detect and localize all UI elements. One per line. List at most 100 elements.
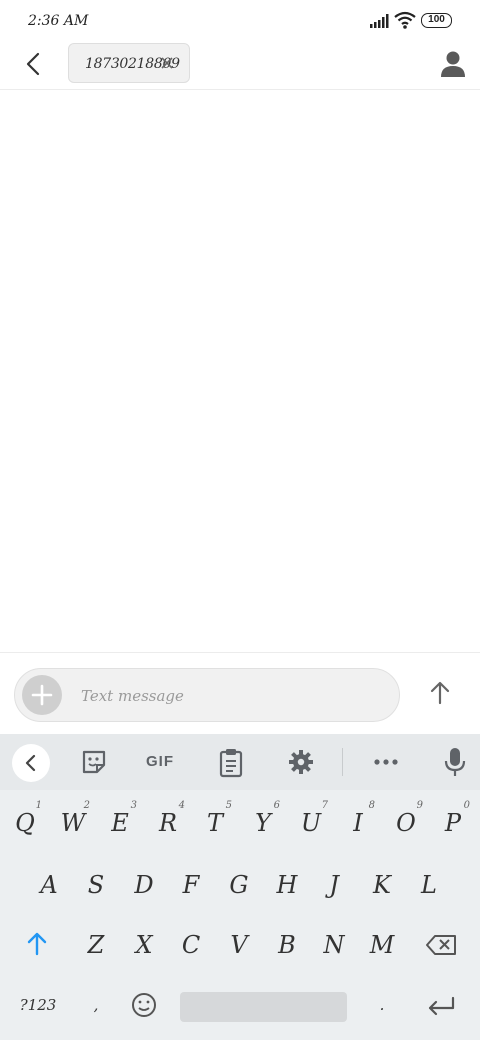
- backspace-icon: [426, 935, 456, 955]
- key-label: S: [87, 871, 105, 899]
- key-j[interactable]: J: [311, 856, 357, 914]
- key-q[interactable]: Q1: [2, 794, 48, 852]
- emoji-key[interactable]: [121, 976, 167, 1034]
- key-row-4: ?123 , .: [0, 976, 480, 1034]
- key-a[interactable]: A: [26, 856, 72, 914]
- remove-recipient-icon[interactable]: [159, 55, 175, 71]
- emoji-smiley-icon: [132, 993, 156, 1017]
- keyboard-toolbar: GIF: [0, 734, 480, 790]
- key-o[interactable]: O9: [383, 794, 429, 852]
- key-u[interactable]: U7: [288, 794, 334, 852]
- key-label: V: [230, 931, 248, 959]
- battery-indicator: 100: [421, 13, 452, 28]
- contact-person-icon[interactable]: [440, 50, 466, 78]
- key-l[interactable]: L: [406, 856, 452, 914]
- space-bar[interactable]: [180, 992, 347, 1022]
- key-i[interactable]: I8: [335, 794, 381, 852]
- key-hint: 2: [83, 800, 90, 811]
- key-m[interactable]: M: [359, 916, 405, 974]
- key-hint: 0: [463, 800, 470, 811]
- key-label: B: [278, 931, 296, 959]
- key-row-2: A S D F G H J K L: [0, 856, 480, 914]
- key-label: ,: [93, 996, 99, 1014]
- plus-icon: [31, 684, 53, 706]
- key-p[interactable]: P0: [430, 794, 476, 852]
- key-h[interactable]: H: [264, 856, 310, 914]
- microphone-icon[interactable]: [443, 746, 467, 778]
- key-e[interactable]: E3: [97, 794, 143, 852]
- attach-button[interactable]: [22, 675, 62, 715]
- key-label: A: [40, 871, 58, 899]
- send-arrow-icon[interactable]: [424, 677, 456, 709]
- key-label: H: [276, 871, 298, 899]
- keyboard: GIF Q 1 W 2 E 3 R 4 T 5 Y 6 U 7 I 8 O 9 …: [0, 734, 480, 1040]
- message-composer: [0, 652, 480, 734]
- gear-icon[interactable]: [287, 746, 315, 778]
- key-label: D: [134, 871, 154, 899]
- period-key[interactable]: .: [359, 976, 405, 1034]
- messaging-screen: 2:36 AM 100 18730218809 Text message GIF…: [0, 0, 480, 1040]
- key-label: L: [421, 871, 437, 899]
- key-z[interactable]: Z: [73, 916, 119, 974]
- enter-key[interactable]: [418, 976, 464, 1034]
- enter-arrow-icon: [428, 996, 455, 1016]
- key-t[interactable]: T5: [192, 794, 238, 852]
- key-hint: 4: [178, 800, 185, 811]
- key-label: G: [229, 871, 249, 899]
- key-v[interactable]: V: [216, 916, 262, 974]
- shift-arrow-icon: [27, 932, 47, 956]
- key-s[interactable]: S: [73, 856, 119, 914]
- key-label: C: [181, 931, 201, 959]
- signal-icon: [370, 14, 389, 28]
- backspace-key[interactable]: [418, 916, 464, 974]
- key-hint: 9: [416, 800, 423, 811]
- recipient-chip[interactable]: 18730218809: [68, 43, 190, 83]
- clipboard-icon[interactable]: [218, 746, 244, 778]
- status-bar: 2:36 AM 100: [0, 0, 480, 44]
- comma-key[interactable]: ,: [73, 976, 119, 1034]
- back-arrow-icon[interactable]: [20, 50, 48, 78]
- key-hint: 6: [273, 800, 280, 811]
- key-k[interactable]: K: [359, 856, 405, 914]
- chevron-left-icon: [25, 754, 36, 772]
- key-f[interactable]: F: [168, 856, 214, 914]
- key-y[interactable]: Y6: [240, 794, 286, 852]
- key-label: X: [135, 931, 153, 959]
- key-n[interactable]: N: [311, 916, 357, 974]
- toolbar-divider: [342, 748, 343, 776]
- key-g[interactable]: G: [216, 856, 262, 914]
- key-hint: 7: [321, 800, 328, 811]
- key-label: .: [379, 996, 385, 1014]
- text-message-input[interactable]: [81, 685, 381, 707]
- sticker-icon[interactable]: [80, 746, 108, 778]
- key-w[interactable]: W2: [50, 794, 96, 852]
- symbols-key[interactable]: ?123: [14, 976, 62, 1034]
- key-c[interactable]: C: [168, 916, 214, 974]
- key-label: M: [369, 931, 395, 959]
- conversation-header: 18730218809: [0, 40, 480, 90]
- key-d[interactable]: D: [121, 856, 167, 914]
- wifi-icon: [394, 11, 416, 29]
- key-hint: 3: [130, 800, 137, 811]
- gif-button[interactable]: GIF: [146, 746, 174, 778]
- shift-key[interactable]: [14, 916, 60, 974]
- key-label: F: [182, 871, 200, 899]
- key-hint: 8: [368, 800, 375, 811]
- key-label: Z: [87, 931, 105, 959]
- key-hint: 5: [225, 800, 232, 811]
- key-label: N: [323, 931, 345, 959]
- key-hint: 1: [35, 800, 42, 811]
- status-time: 2:36 AM: [28, 13, 89, 29]
- key-r[interactable]: R4: [145, 794, 191, 852]
- message-box: [14, 668, 400, 722]
- key-row-1: Q1 W2 E3 R4 T5 Y6 U7 I8 O9 P0: [0, 794, 480, 852]
- toolbar-collapse-button[interactable]: [12, 744, 50, 782]
- conversation-area: [0, 91, 480, 652]
- more-options-icon[interactable]: [372, 746, 400, 778]
- key-label: ?123: [19, 996, 57, 1014]
- key-x[interactable]: X: [121, 916, 167, 974]
- key-label: J: [329, 871, 339, 899]
- key-label: K: [373, 871, 391, 899]
- key-b[interactable]: B: [264, 916, 310, 974]
- key-row-3: Z X C V B N M: [0, 916, 480, 974]
